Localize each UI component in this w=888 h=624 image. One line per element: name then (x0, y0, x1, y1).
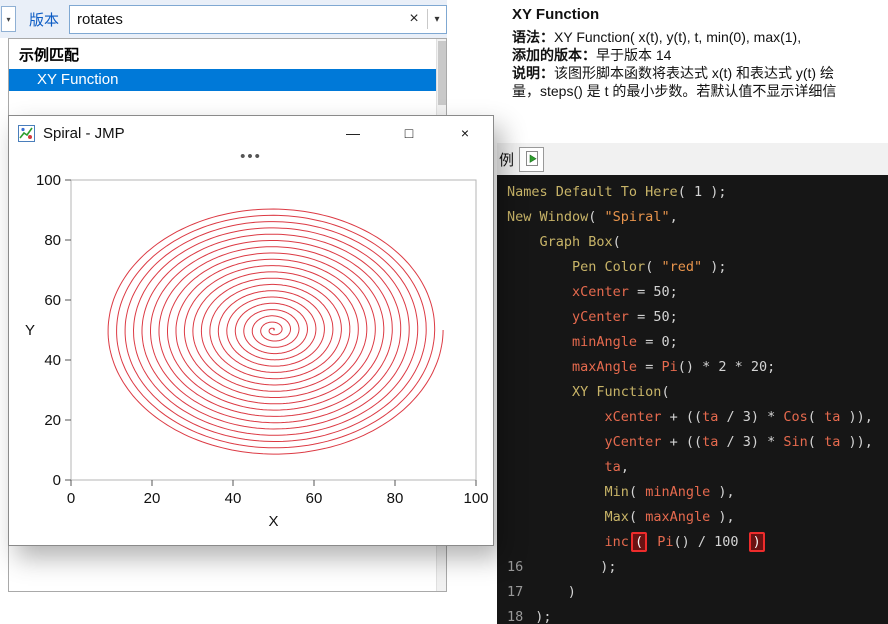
code-line[interactable]: Names Default To Here( 1 ); (507, 180, 888, 205)
svg-text:X: X (268, 513, 278, 530)
svg-text:20: 20 (44, 412, 61, 429)
doc-row: 量，steps() 是 t 的最小步数。若默认值不显示详细信 (512, 82, 888, 100)
list-scrollbar-thumb[interactable] (438, 41, 446, 105)
code-line[interactable]: XY Function( (507, 380, 888, 405)
doc-row: 说明：该图形脚本函数将表达式 x(t) 和表达式 y(t) 绘 (512, 64, 888, 82)
line-number: 16 (507, 559, 523, 575)
svg-text:20: 20 (144, 490, 161, 507)
code-line[interactable]: Max( maxAngle ), (507, 505, 888, 530)
search-box: × ▾ (69, 5, 447, 34)
run-script-icon (523, 150, 541, 168)
svg-text:40: 40 (225, 490, 242, 507)
window-titlebar[interactable]: Spiral - JMP — □ × (9, 116, 493, 150)
code-line[interactable]: 18); (507, 605, 888, 624)
svg-text:Y: Y (25, 322, 35, 339)
window-controls: — □ × (325, 116, 493, 150)
code-line[interactable]: 17 ) (507, 580, 888, 605)
run-script-button[interactable] (519, 147, 544, 172)
code-line[interactable]: minAngle = 0; (507, 330, 888, 355)
minimize-button[interactable]: — (325, 116, 381, 150)
example-label: 例 (499, 149, 514, 170)
close-button[interactable]: × (437, 116, 493, 150)
svg-text:0: 0 (53, 472, 61, 489)
example-match-header: 示例匹配 (9, 39, 446, 69)
list-item[interactable]: XY Function (9, 69, 446, 91)
svg-text:100: 100 (463, 490, 488, 507)
search-toolbar: ▾ 版本 × ▾ (0, 0, 447, 38)
svg-text:60: 60 (44, 292, 61, 309)
clear-search-icon[interactable]: × (401, 10, 427, 28)
minimize-icon: — (346, 125, 360, 141)
maximize-button[interactable]: □ (381, 116, 437, 150)
collapse-dropdown-button[interactable]: ▾ (1, 6, 16, 32)
code-line[interactable]: Pen Color( "red" ); (507, 255, 888, 280)
code-line[interactable]: Graph Box( (507, 230, 888, 255)
svg-text:60: 60 (306, 490, 323, 507)
code-line[interactable]: inc( Pi() / 100 ) (507, 530, 888, 555)
doc-rows: 语法：XY Function( x(t), y(t), t, min(0), m… (512, 28, 888, 100)
doc-row: 添加的版本：早于版本 14 (512, 46, 888, 64)
spiral-chart: 0 20 40 60 80 100 0 20 40 60 80 100 X Y (9, 170, 493, 545)
svg-text:0: 0 (67, 490, 75, 507)
maximize-icon: □ (405, 125, 413, 141)
close-icon: × (461, 125, 469, 141)
panel-grabber-handle[interactable]: ••• (9, 150, 493, 170)
search-dropdown-icon[interactable]: ▾ (428, 14, 446, 25)
code-line[interactable]: ta, (507, 455, 888, 480)
code-line[interactable]: yCenter = 50; (507, 305, 888, 330)
chevron-down-icon: ▾ (6, 15, 10, 24)
window-title: Spiral - JMP (43, 125, 125, 142)
doc-title: XY Function (512, 0, 888, 23)
doc-panel: XY Function 语法：XY Function( x(t), y(t), … (512, 0, 888, 100)
spiral-window: Spiral - JMP — □ × ••• 0 20 40 60 80 100 0 20 40… (8, 115, 494, 546)
line-number: 17 (507, 584, 523, 600)
code-line[interactable]: yCenter + ((ta / 3) * Sin( ta )), (507, 430, 888, 455)
svg-text:80: 80 (44, 232, 61, 249)
svg-text:40: 40 (44, 352, 61, 369)
code-editor[interactable]: Names Default To Here( 1 );New Window( "… (497, 175, 888, 624)
jmp-app-icon[interactable] (18, 125, 35, 142)
svg-text:80: 80 (387, 490, 404, 507)
example-list: XY Function (9, 69, 446, 91)
code-line[interactable]: xCenter = 50; (507, 280, 888, 305)
code-line[interactable]: 16 ); (507, 555, 888, 580)
doc-row: 语法：XY Function( x(t), y(t), t, min(0), m… (512, 28, 888, 46)
code-line[interactable]: New Window( "Spiral", (507, 205, 888, 230)
search-input[interactable] (70, 6, 401, 33)
version-link[interactable]: 版本 (29, 9, 59, 30)
line-number: 18 (507, 609, 523, 624)
example-toolbar: 例 (497, 143, 888, 175)
code-line[interactable]: Min( minAngle ), (507, 480, 888, 505)
svg-text:100: 100 (36, 172, 61, 189)
code-line[interactable]: maxAngle = Pi() * 2 * 20; (507, 355, 888, 380)
code-line[interactable]: xCenter + ((ta / 3) * Cos( ta )), (507, 405, 888, 430)
